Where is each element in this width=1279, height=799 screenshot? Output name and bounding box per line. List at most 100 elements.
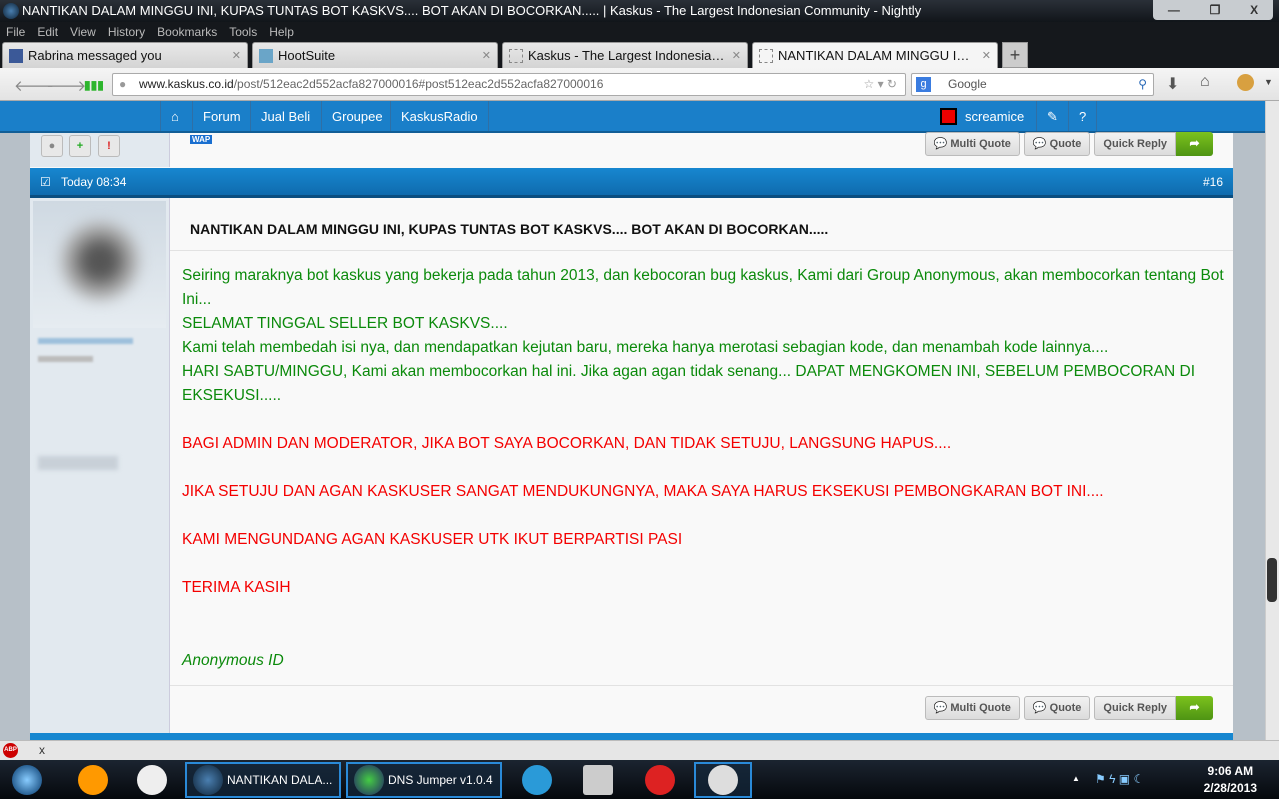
next-post-header — [30, 733, 1233, 740]
close-tab-icon[interactable]: ✕ — [982, 49, 991, 62]
url-domain: www.kaskus.co.id — [139, 77, 234, 91]
menu-file[interactable]: File — [6, 22, 25, 42]
report-icon[interactable]: ! — [98, 135, 120, 157]
close-tab-icon[interactable]: ✕ — [482, 49, 491, 62]
ccleaner-icon[interactable] — [522, 765, 552, 795]
menu-bar: File Edit View History Bookmarks Tools H… — [0, 22, 1279, 42]
menu-edit[interactable]: Edit — [37, 22, 58, 42]
tab-label: NANTIKAN DALAM MINGGU INI, KU... — [778, 48, 977, 63]
search-placeholder: Google — [948, 77, 987, 91]
nav-groupee[interactable]: Groupee — [321, 101, 393, 131]
menu-view[interactable]: View — [70, 22, 96, 42]
tray-icons[interactable]: ⚑ ϟ ▣ ☾ — [1095, 772, 1144, 786]
menu-tools[interactable]: Tools — [229, 22, 257, 42]
post-title: NANTIKAN DALAM MINGGU INI, KUPAS TUNTAS … — [190, 221, 829, 237]
reply-arrow-icon[interactable]: ➦ — [1176, 696, 1213, 720]
tab-facebook[interactable]: Rabrina messaged you ✕ — [2, 42, 248, 68]
facebook-icon — [9, 48, 23, 63]
tab-hootsuite[interactable]: HootSuite ✕ — [252, 42, 498, 68]
divider — [170, 250, 1233, 251]
reputation-neutral-icon[interactable]: ● — [41, 135, 63, 157]
quote-button[interactable]: 💬 Quote — [1023, 696, 1091, 720]
search-icon[interactable]: ⚲ — [1138, 74, 1147, 95]
post-line: Seiring maraknya bot kaskus yang bekerja… — [182, 267, 1224, 308]
ccleaner-red-icon[interactable] — [645, 765, 675, 795]
forward-icon[interactable]: 🡒 — [46, 76, 86, 95]
app-icon[interactable] — [137, 765, 167, 795]
nightly-logo-icon — [3, 3, 19, 19]
menu-help[interactable]: Help — [269, 22, 294, 42]
close-tab-icon[interactable]: ✕ — [732, 49, 741, 62]
nav-kaskusradio[interactable]: KaskusRadio — [390, 101, 489, 131]
home-icon[interactable]: ⌂ — [1200, 73, 1210, 91]
quick-reply-button[interactable]: Quick Reply — [1094, 696, 1176, 720]
tab-active-post[interactable]: NANTIKAN DALAM MINGGU INI, KU... ✕ — [752, 42, 998, 68]
scrollbar-thumb[interactable] — [1267, 558, 1277, 602]
navigation-toolbar: 🡐 🡒 ▮▮▮ ● www.kaskus.co.id/post/512eac2d5… — [0, 68, 1279, 101]
taskbar-item-snipping[interactable] — [694, 762, 752, 798]
close-addon-bar-button[interactable]: x — [39, 743, 45, 757]
bookmark-star-reload-icons[interactable]: ☆ ▾ ↻ — [863, 74, 897, 95]
quick-reply-button[interactable]: Quick Reply — [1094, 132, 1176, 156]
kaskus-navbar: ⌂ Forum Jual Beli Groupee KaskusRadio sc… — [0, 101, 1265, 133]
minimize-button[interactable]: — — [1168, 3, 1180, 17]
post-number[interactable]: #16 — [1203, 168, 1223, 197]
clock[interactable]: 9:06 AM 2/28/2013 — [1204, 763, 1257, 797]
greasemonkey-icon[interactable] — [1237, 74, 1254, 91]
post-line: JIKA SETUJU DAN AGAN KASKUSER SANGAT MEN… — [182, 483, 1104, 500]
post-body: Seiring maraknya bot kaskus yang bekerja… — [182, 264, 1232, 673]
window-titlebar: NANTIKAN DALAM MINGGU INI, KUPAS TUNTAS … — [0, 0, 1279, 22]
user-avatar-blurred — [33, 201, 166, 328]
new-tab-button[interactable]: + — [1002, 42, 1028, 68]
nav-jual-beli[interactable]: Jual Beli — [250, 101, 320, 131]
post-time: Today 08:34 — [61, 175, 127, 189]
url-path: /post/512eac2d552acfa827000016#post512ea… — [233, 77, 604, 91]
taskbar-item-dnsjumper[interactable]: DNS Jumper v1.0.4 — [346, 762, 502, 798]
addon-bar: ABP x — [0, 740, 1279, 760]
tab-label: HootSuite — [278, 48, 336, 63]
close-tab-icon[interactable]: ✕ — [232, 49, 241, 62]
menu-dropdown-icon[interactable]: ▼ — [1264, 77, 1273, 87]
clock-time: 9:06 AM — [1207, 764, 1254, 778]
aimp-icon[interactable] — [78, 765, 108, 795]
tab-label: Kaskus - The Largest Indonesian Com... — [528, 48, 727, 63]
menu-bookmarks[interactable]: Bookmarks — [157, 22, 217, 42]
user-actions-blurred — [38, 456, 118, 470]
edit-icon[interactable]: ✎ — [1036, 101, 1068, 131]
nav-forum[interactable]: Forum — [192, 101, 251, 131]
checkbox-icon[interactable]: ☑ — [40, 168, 51, 197]
username[interactable]: screamice — [955, 101, 1034, 131]
start-button[interactable] — [12, 765, 42, 795]
quote-button[interactable]: 💬 Quote — [1023, 132, 1091, 156]
adblock-icon[interactable]: ABP — [3, 743, 18, 758]
taskbar-item-firefox[interactable]: NANTIKAN DALA... — [185, 762, 341, 798]
tab-kaskus[interactable]: Kaskus - The Largest Indonesian Com... ✕ — [502, 42, 748, 68]
scrollbar[interactable] — [1265, 101, 1279, 740]
app-icon[interactable] — [583, 765, 613, 795]
help-icon[interactable]: ? — [1068, 101, 1098, 131]
nightly-icon — [193, 765, 223, 795]
globe-icon: ● — [119, 77, 127, 91]
post-line: TERIMA KASIH — [182, 579, 291, 596]
url-bar[interactable]: ● www.kaskus.co.id/post/512eac2d552acfa82… — [112, 73, 906, 96]
tray-expand-icon[interactable]: ▲ — [1072, 774, 1080, 783]
snipping-tool-icon — [708, 765, 738, 795]
restore-button[interactable]: ❐ — [1210, 3, 1221, 17]
post-line: SELAMAT TINGGAL SELLER BOT KASKVS.... — [182, 315, 508, 332]
dnsjumper-icon — [354, 765, 384, 795]
close-button[interactable]: X — [1250, 3, 1258, 17]
multi-quote-button[interactable]: 💬 Multi Quote — [924, 132, 1020, 156]
post-line: BAGI ADMIN DAN MODERATOR, JIKA BOT SAYA … — [182, 435, 952, 452]
user-sidebar — [30, 198, 170, 740]
post-actions: 💬 Multi Quote 💬 Quote Quick Reply ➦ — [924, 696, 1213, 720]
reply-arrow-icon[interactable]: ➦ — [1176, 132, 1213, 156]
home-icon[interactable]: ⌂ — [160, 101, 192, 131]
taskbar: NANTIKAN DALA... DNS Jumper v1.0.4 ▲ ⚑ ϟ… — [0, 760, 1279, 799]
give-reputation-icon[interactable]: + — [69, 135, 91, 157]
menu-history[interactable]: History — [108, 22, 145, 42]
tab-strip: Rabrina messaged you ✕ HootSuite ✕ Kaskus … — [0, 42, 1279, 68]
post-line: HARI SABTU/MINGGU, Kami akan membocorkan… — [182, 363, 1196, 404]
downloads-icon[interactable]: ⬇ — [1166, 74, 1179, 94]
search-input[interactable]: g Google ⚲ — [911, 73, 1154, 96]
multi-quote-button[interactable]: 💬 Multi Quote — [924, 696, 1020, 720]
